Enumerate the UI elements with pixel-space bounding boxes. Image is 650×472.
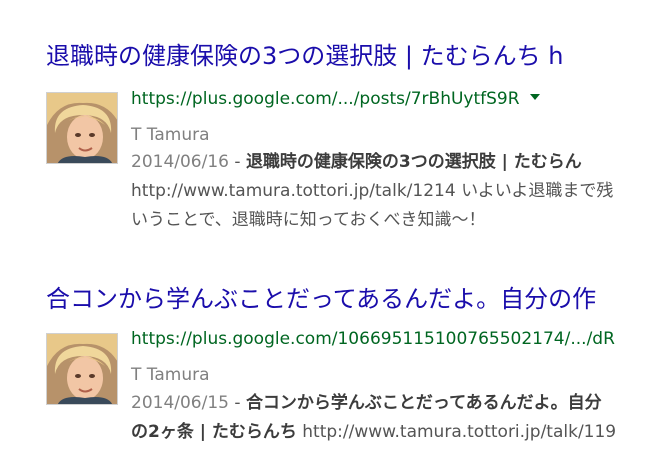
caret-down-icon[interactable] — [529, 94, 540, 100]
snippet-line-1: 2014/06/16 - 退職時の健康保険の3つの選択肢 | たむらん — [131, 148, 613, 177]
result-author: T Tamura — [131, 365, 210, 385]
snippet-bold-text: の2ヶ条 | たむらんち — [131, 422, 297, 442]
snippet-url-text: http://www.tamura.tottori.jp/talk/119 — [296, 422, 617, 442]
snippet-line-3: いうことで、退職時に知っておくべき知識～！ — [131, 210, 486, 230]
result-url-text[interactable]: https://plus.google.com/.../posts/7rBhUy… — [131, 89, 520, 109]
result-snippet: 2014/06/16 - 退職時の健康保険の3つの選択肢 | たむらん http… — [131, 148, 613, 235]
result-url: https://plus.google.com/.../posts/7rBhUy… — [131, 88, 540, 110]
result-url-text[interactable]: https://plus.google.com/1066951151007655… — [131, 329, 615, 349]
snippet-bold-text: 退職時の健康保険の3つの選択肢 | たむらん — [245, 152, 582, 172]
snippet-bold-text: 合コンから学んぶことだってあるんだよ。自分 — [245, 393, 602, 413]
snippet-line-1: 2014/06/15 - 合コンから学んぶことだってあるんだよ。自分 — [131, 389, 616, 418]
snippet-line-2: の2ヶ条 | たむらんち http://www.tamura.tottori.j… — [131, 418, 616, 447]
snippet-separator: - — [228, 393, 246, 413]
result-title-link[interactable]: 退職時の健康保険の3つの選択肢 | たむらんち h — [46, 41, 563, 71]
result-title-link[interactable]: 合コンから学んぶことだってあるんだよ。自分の作 — [46, 284, 596, 314]
author-avatar[interactable] — [46, 333, 118, 405]
result-date: 2014/06/15 — [131, 393, 229, 413]
result-date: 2014/06/16 — [131, 152, 229, 172]
author-avatar[interactable] — [46, 92, 118, 164]
snippet-line-2: http://www.tamura.tottori.jp/talk/1214 い… — [131, 181, 614, 201]
result-url: https://plus.google.com/1066951151007655… — [131, 328, 615, 350]
result-author: T Tamura — [131, 125, 210, 145]
snippet-separator: - — [228, 152, 246, 172]
result-snippet: 2014/06/15 - 合コンから学んぶことだってあるんだよ。自分 の2ヶ条 … — [131, 389, 616, 447]
